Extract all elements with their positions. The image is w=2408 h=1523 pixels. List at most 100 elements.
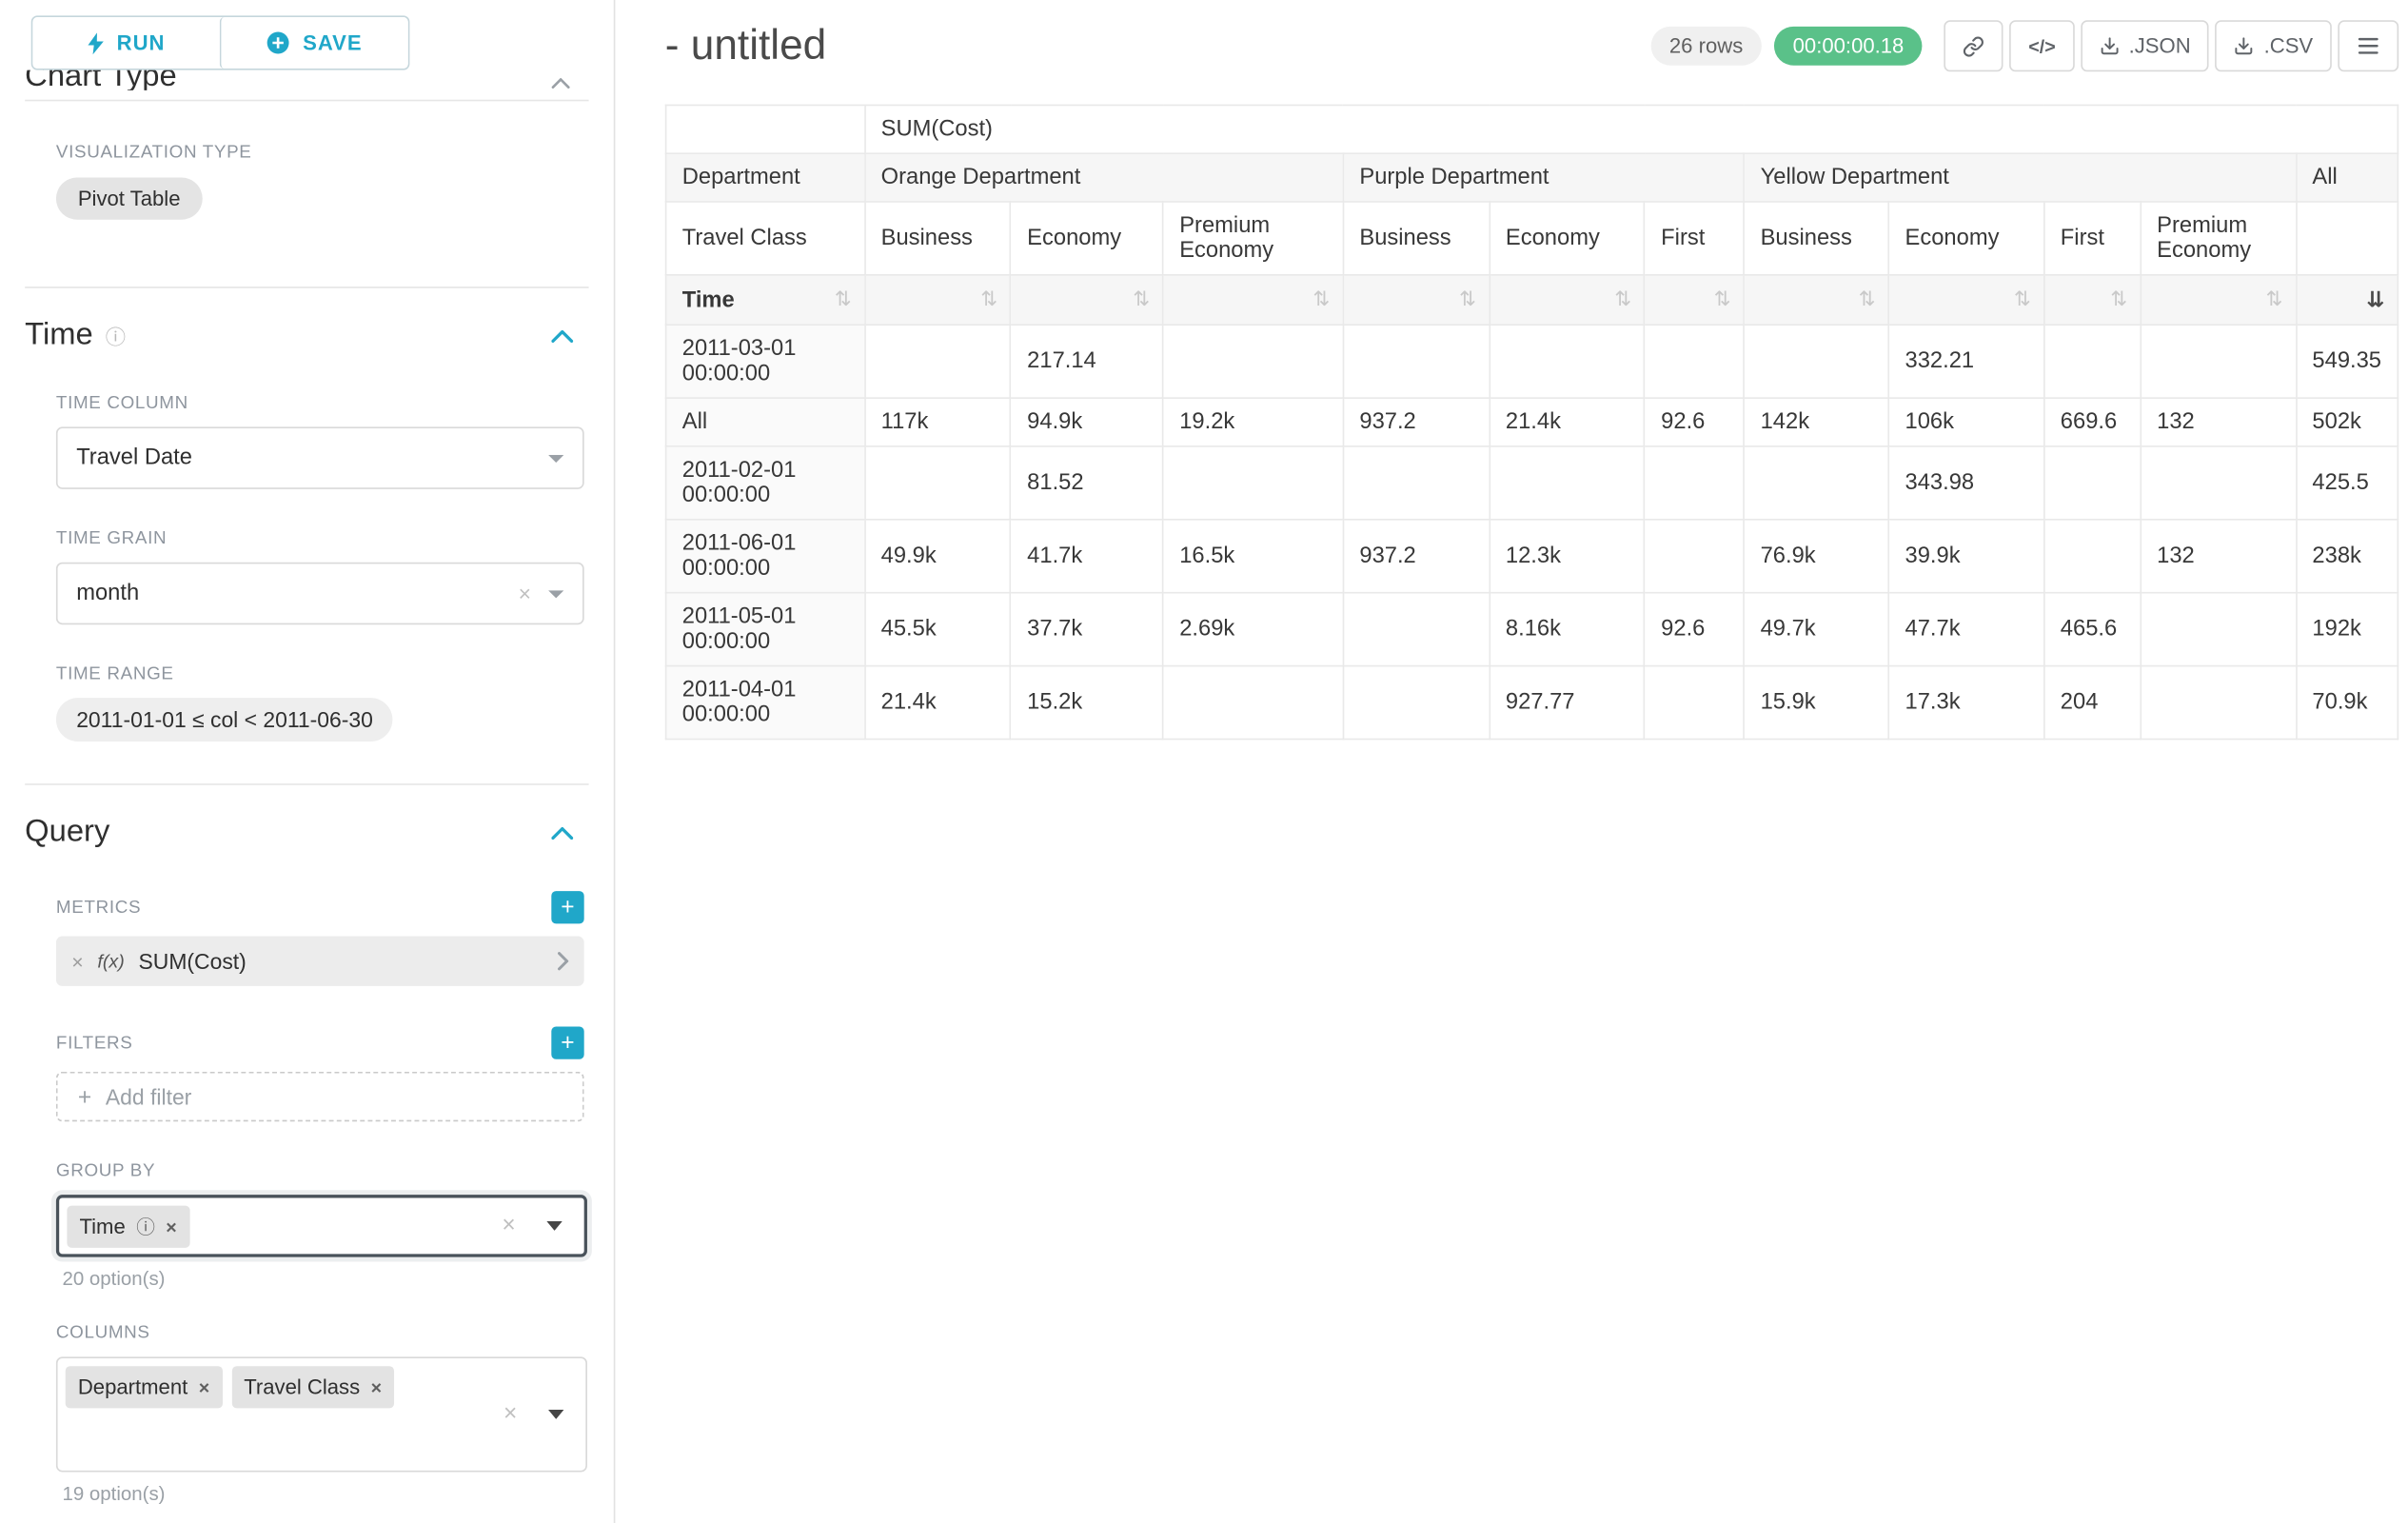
pivot-cell [1343, 666, 1490, 740]
view-query-button[interactable]: </> [2010, 20, 2075, 71]
pivot-cell: 12.3k [1490, 520, 1645, 593]
pivot-cell: 132 [2141, 398, 2296, 446]
chart-type-section-clipped: Chart Type [25, 70, 588, 90]
pivot-cell: 16.5k [1163, 520, 1343, 593]
tag-label: Time [79, 1215, 125, 1238]
add-metric-button[interactable]: + [551, 891, 583, 923]
pivot-row: All117k94.9k19.2k937.221.4k92.6142k106k6… [666, 398, 2398, 446]
clear-icon[interactable]: × [519, 583, 531, 604]
pivot-cell: 94.9k [1011, 398, 1163, 446]
export-csv-label: .CSV [2264, 34, 2314, 58]
sort-icon[interactable]: ⇅ [1859, 289, 1876, 309]
group-by-select[interactable]: Time ⓘ × × [56, 1195, 587, 1256]
pivot-cell [1343, 446, 1490, 520]
pivot-row-label: 2011-03-01 00:00:00 [666, 325, 865, 398]
pivot-cell: 47.7k [1888, 593, 2043, 666]
pivot-cell [1645, 520, 1744, 593]
sort-icon[interactable]: ⇅ [2014, 289, 2031, 309]
export-json-label: .JSON [2129, 34, 2191, 58]
sort-icon[interactable]: ⇅ [2265, 289, 2282, 309]
pivot-leaf-header [2296, 202, 2398, 275]
pivot-row: 2011-03-01 00:00:00217.14332.21549.35 [666, 325, 2398, 398]
sort-icon[interactable]: ⇅ [1313, 289, 1330, 309]
chart-panel: - untitled 26 rows 00:00:00.18 </> [615, 0, 2408, 1523]
run-button[interactable]: RUN [32, 17, 219, 69]
columns-control: COLUMNS Department × Travel Class × × 19… [56, 1324, 589, 1505]
time-grain-label: TIME GRAIN [56, 529, 589, 548]
remove-tag-icon[interactable]: × [199, 1377, 209, 1396]
pivot-row-dimension-label: Time [680, 287, 735, 312]
sort-icon[interactable]: ⇅ [1133, 289, 1150, 309]
pivot-cell: 106k [1888, 398, 2043, 446]
columns-tag[interactable]: Travel Class × [231, 1366, 394, 1408]
pivot-row-label: 2011-05-01 00:00:00 [666, 593, 865, 666]
remove-tag-icon[interactable]: × [166, 1217, 176, 1236]
pivot-cell: 204 [2044, 666, 2141, 740]
clear-icon[interactable]: × [502, 1214, 515, 1237]
save-button[interactable]: SAVE [220, 17, 408, 69]
pivot-cell: 17.3k [1888, 666, 2043, 740]
time-column-control: TIME COLUMN Travel Date [56, 394, 589, 489]
export-json-button[interactable]: .JSON [2081, 20, 2209, 71]
group-by-tag[interactable]: Time ⓘ × [67, 1206, 189, 1248]
pivot-sort-cell: ⇅ [2141, 275, 2296, 325]
metrics-control: METRICS + × f(x) SUM(Cost) [56, 891, 589, 986]
metric-item[interactable]: × f(x) SUM(Cost) [56, 937, 584, 986]
time-column-select[interactable]: Travel Date [56, 426, 584, 488]
sort-icon[interactable]: ⇅ [1614, 289, 1631, 309]
pivot-cell [2141, 325, 2296, 398]
add-filter-plus-button[interactable]: + [551, 1026, 583, 1058]
explore-view: RUN SAVE Chart Type VISUALIZATION TYPE P… [0, 0, 2408, 1523]
visualization-type-value[interactable]: Pivot Table [56, 178, 202, 220]
row-count-badge: 26 rows [1650, 27, 1762, 66]
time-grain-value: month [76, 581, 139, 605]
pivot-cell: 15.9k [1744, 666, 1888, 740]
sort-icon[interactable]: ⇅ [980, 289, 997, 309]
pivot-cell [2141, 446, 2296, 520]
columns-tag[interactable]: Department × [66, 1366, 223, 1408]
tag-label: Travel Class [244, 1375, 360, 1399]
chevron-down-icon[interactable] [546, 1221, 562, 1231]
pivot-cell: 19.2k [1163, 398, 1343, 446]
divider [25, 100, 588, 102]
menu-button[interactable] [2338, 20, 2398, 71]
sort-icon[interactable]: ⇅ [1459, 289, 1476, 309]
time-grain-select[interactable]: month × [56, 563, 584, 624]
pivot-group-header: All [2296, 153, 2398, 202]
pivot-row: 2011-02-01 00:00:0081.52343.98425.5 [666, 446, 2398, 520]
collapse-query-chevron-icon[interactable] [551, 826, 573, 839]
pivot-cell: 92.6 [1645, 593, 1744, 666]
chart-title[interactable]: - untitled [665, 22, 826, 70]
pivot-cell [1343, 325, 1490, 398]
sort-icon[interactable]: ⇅ [2110, 289, 2127, 309]
pivot-row: 2011-06-01 00:00:0049.9k41.7k16.5k937.21… [666, 520, 2398, 593]
filters-label: FILTERS [56, 1034, 133, 1053]
metric-name: SUM(Cost) [139, 949, 247, 974]
pivot-cell: 117k [864, 398, 1011, 446]
export-csv-button[interactable]: .CSV [2216, 20, 2332, 71]
metrics-label: METRICS [56, 898, 141, 917]
time-range-value[interactable]: 2011-01-01 ≤ col < 2011-06-30 [56, 698, 393, 742]
clear-icon[interactable]: × [503, 1402, 517, 1426]
divider [25, 783, 588, 785]
pivot-cell [2141, 666, 2296, 740]
remove-tag-icon[interactable]: × [371, 1377, 382, 1396]
columns-select[interactable]: Department × Travel Class × × [56, 1356, 587, 1472]
pivot-cell [1163, 666, 1343, 740]
filters-control: FILTERS + + Add filter [56, 1026, 589, 1121]
remove-metric-icon[interactable]: × [71, 951, 83, 971]
chevron-right-icon [558, 952, 568, 971]
chevron-up-icon[interactable] [551, 78, 570, 89]
collapse-time-chevron-icon[interactable] [551, 329, 573, 342]
pivot-cell: 217.14 [1011, 325, 1163, 398]
chevron-down-icon[interactable] [548, 1410, 563, 1419]
control-panel: RUN SAVE Chart Type VISUALIZATION TYPE P… [0, 0, 615, 1523]
sort-desc-icon[interactable]: ⇊ [2366, 289, 2384, 311]
sort-icon[interactable]: ⇅ [1714, 289, 1731, 309]
sort-icon[interactable]: ⇅ [835, 289, 852, 309]
pivot-cell [2044, 520, 2141, 593]
time-column-label: TIME COLUMN [56, 394, 589, 413]
pivot-cell [2044, 325, 2141, 398]
copy-link-button[interactable] [1944, 20, 2003, 71]
add-filter-button[interactable]: + Add filter [56, 1072, 584, 1121]
